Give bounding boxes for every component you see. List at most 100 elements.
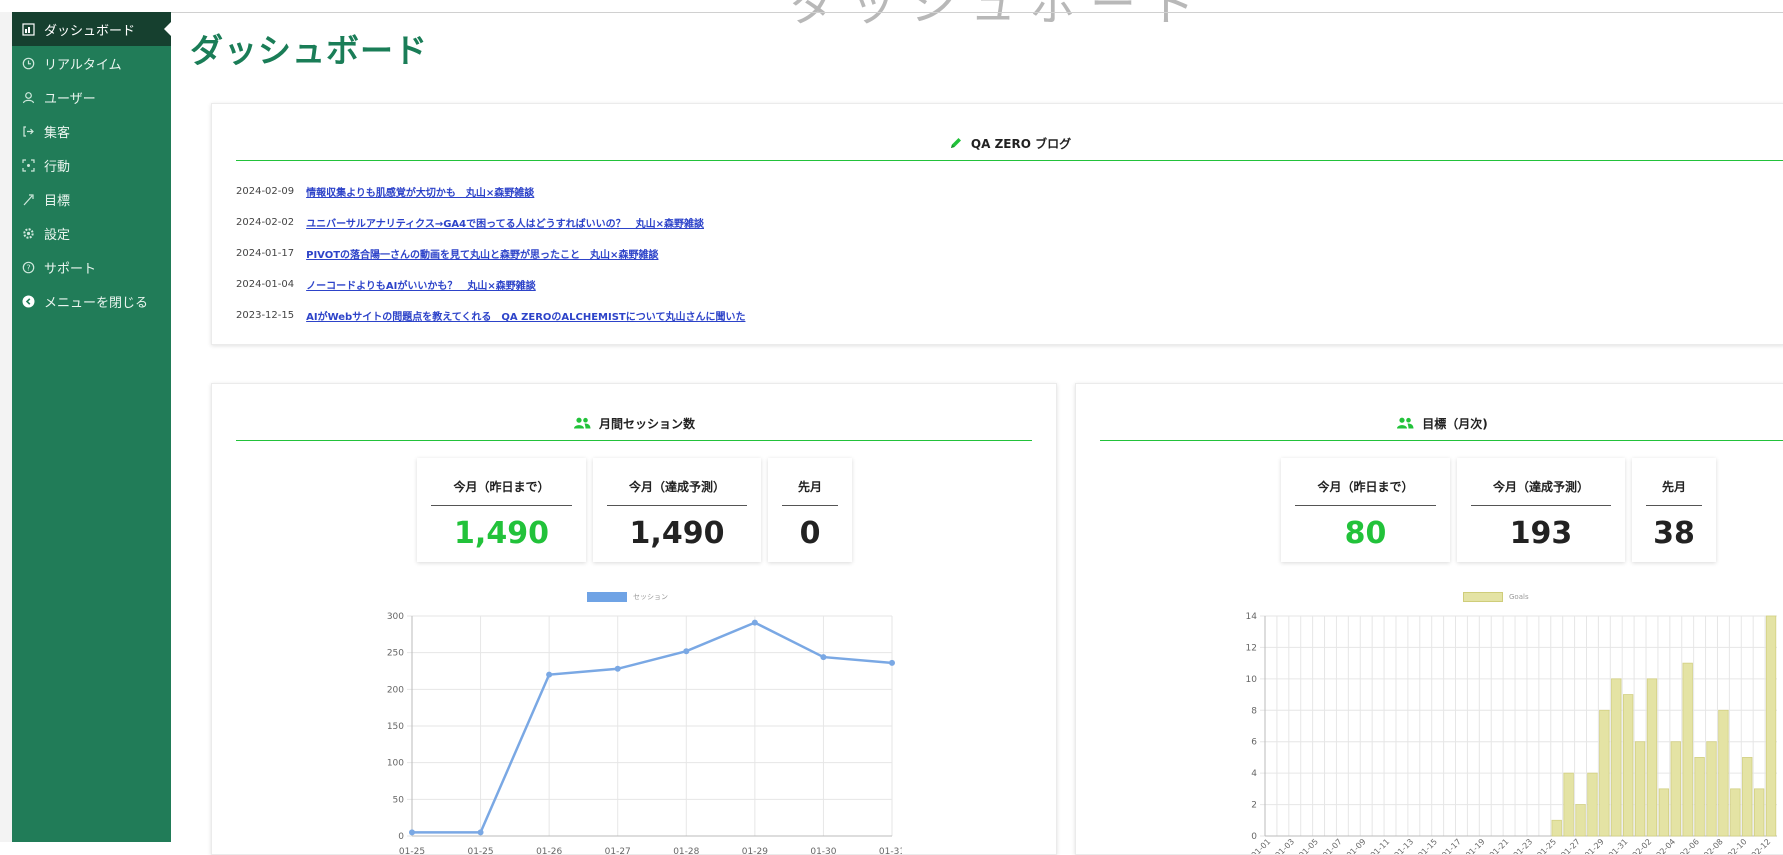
legend-label: Goals xyxy=(1509,593,1529,601)
users-icon xyxy=(1396,417,1414,429)
sidebar-item-label: リアルタイム xyxy=(44,57,122,73)
x-tick-label: 01-26 xyxy=(536,847,562,854)
x-tick-label: 01-13 xyxy=(1392,837,1415,854)
sidebar-item-close-menu[interactable]: メニューを閉じる xyxy=(12,284,171,318)
blog-post-item: 2024-01-04 ノーコードよりもAIがいいかも？ 丸山×森野雑談 xyxy=(236,269,745,300)
sessions-line-chart: 01-25 01-25 01-26 01-27 01-28 01-29 01-30 01-31… xyxy=(387,612,902,854)
x-tick-label: 01-03 xyxy=(1273,837,1296,854)
stat-value: 1,490 xyxy=(629,516,725,551)
data-point xyxy=(409,829,415,836)
x-tick-label: 01-31 xyxy=(879,847,902,854)
stat-label: 先月 xyxy=(782,458,838,506)
x-tick-label: 01-31 xyxy=(1607,837,1630,854)
x-tick-label: 01-29 xyxy=(742,847,768,854)
goal-bar xyxy=(1706,741,1717,837)
stat-label: 今月（昨日まで） xyxy=(1295,458,1436,506)
x-tick-label: 02-08 xyxy=(1702,837,1725,854)
blog-post-link[interactable]: PIVOTの落合陽一さんの動画を見て丸山と森野が思ったこと 丸山×森野雑談 xyxy=(306,246,658,261)
x-tick-label: 01-29 xyxy=(1583,837,1606,854)
sidebar-item-realtime[interactable]: リアルタイム xyxy=(12,46,171,80)
stat-box: 今月（昨日まで） 80 xyxy=(1281,458,1450,562)
data-point xyxy=(889,659,895,666)
goals-bar-chart: 0246810121401-01 01-03 01-05 01-07 01-09 01-1… xyxy=(1246,612,1777,854)
stat-label: 今月（達成予測） xyxy=(607,458,747,506)
blog-post-link[interactable]: AIがWebサイトの問題点を教えてくれる QA ZEROのALCHEMISTにつ… xyxy=(306,308,745,323)
blog-post-item: 2024-02-02 ユニバーサルアナリティクス→GA4で困ってる人はどうすれば… xyxy=(236,207,745,238)
window-top-border xyxy=(0,12,1783,13)
blog-post-date: 2024-02-02 xyxy=(236,217,295,228)
x-tick-label: 01-09 xyxy=(1345,837,1368,854)
stat-value: 80 xyxy=(1344,516,1387,551)
window-left-frame xyxy=(0,12,12,842)
stat-box: 先月 0 xyxy=(768,458,852,562)
data-point xyxy=(683,648,690,655)
sidebar-item-dashboard[interactable]: ダッシュボード xyxy=(12,12,172,46)
stat-value: 0 xyxy=(799,516,821,551)
blog-post-link[interactable]: 情報収集よりも肌感覚が大切かも 丸山×森野雑談 xyxy=(306,184,534,199)
x-tick-label: 01-05 xyxy=(1297,837,1320,854)
active-indicator xyxy=(164,21,172,37)
goal-bar xyxy=(1563,772,1574,837)
x-tick-label: 01-27 xyxy=(605,847,631,854)
stat-label: 今月（達成予測） xyxy=(1471,458,1611,506)
sidebar-item-label: サポート xyxy=(44,261,97,277)
sidebar-item-label: 行動 xyxy=(44,159,71,175)
stat-label: 今月（昨日まで） xyxy=(431,458,572,506)
blog-post-date: 2024-01-04 xyxy=(236,279,295,290)
dashboard-icon xyxy=(20,21,36,37)
x-tick-label: 01-25 xyxy=(399,847,425,854)
goal-bar xyxy=(1670,741,1681,837)
stat-box: 今月（達成予測） 193 xyxy=(1457,458,1625,562)
sidebar-item-label: 目標 xyxy=(44,193,71,209)
goal-bar xyxy=(1682,662,1693,837)
y-tick-label: 14 xyxy=(1246,612,1258,622)
goal-bar xyxy=(1730,788,1741,837)
legend-swatch xyxy=(1463,592,1503,602)
goal-bar xyxy=(1765,615,1777,837)
y-tick-label: 50 xyxy=(393,795,405,805)
page-title: ダッシュボード xyxy=(190,31,428,70)
y-tick-label: 2 xyxy=(1251,801,1257,811)
x-tick-label: 01-23 xyxy=(1512,837,1535,854)
blog-post-date: 2023-12-15 xyxy=(236,310,295,321)
sidebar-item-label: メニューを閉じる xyxy=(44,295,149,311)
goal-bar xyxy=(1599,709,1610,837)
goal-bar xyxy=(1575,804,1586,837)
goals-card-header: 目標（月次) xyxy=(1100,406,1783,441)
sessions-card-header: 月間セッション数 xyxy=(236,406,1032,441)
y-tick-label: 8 xyxy=(1251,706,1257,716)
blog-card: QA ZERO ブログ 2024-02-09 情報収集よりも肌感覚が大切かも 丸… xyxy=(211,103,1783,345)
users-icon xyxy=(573,417,591,429)
y-tick-label: 4 xyxy=(1251,769,1257,779)
sidebar-item-label: 設定 xyxy=(44,227,71,243)
sidebar-item-label: ダッシュボード xyxy=(44,23,136,39)
y-tick-label: 12 xyxy=(1246,643,1257,653)
goal-bar xyxy=(1694,757,1705,837)
goal-bar xyxy=(1646,678,1658,837)
behavior-icon xyxy=(20,157,36,173)
blog-post-item: 2024-02-09 情報収集よりも肌感覚が大切かも 丸山×森野雑談 xyxy=(236,176,745,207)
blog-post-link[interactable]: ノーコードよりもAIがいいかも？ 丸山×森野雑談 xyxy=(306,277,536,292)
sidebar-item-users[interactable]: ユーザー xyxy=(12,80,171,114)
svg-text:?: ? xyxy=(26,263,30,272)
sidebar-item-behavior[interactable]: 行動 xyxy=(12,148,171,182)
sidebar-item-support[interactable]: ? サポート xyxy=(12,250,171,284)
x-tick-label: 01-30 xyxy=(810,847,836,854)
goals-card-title: 目標（月次) xyxy=(1422,416,1488,431)
clock-icon xyxy=(20,55,36,71)
window-title: ダッシュボード xyxy=(790,0,1210,31)
y-tick-label: 300 xyxy=(387,612,404,622)
data-point xyxy=(546,671,553,678)
sessions-card: 月間セッション数 今月（昨日まで） 1,490 今月（達成予測） 1,490 先… xyxy=(211,383,1057,855)
blog-card-header: QA ZERO ブログ xyxy=(236,126,1783,161)
sidebar-item-acquisition[interactable]: 集客 xyxy=(12,114,171,148)
x-tick-label: 02-06 xyxy=(1678,837,1701,854)
x-tick-label: 01-21 xyxy=(1488,837,1511,854)
goal-bar xyxy=(1634,741,1646,837)
sidebar-item-settings[interactable]: 設定 xyxy=(12,216,171,250)
sessions-series-line xyxy=(412,621,893,834)
sidebar-item-label: ユーザー xyxy=(44,91,96,107)
stat-value: 193 xyxy=(1509,516,1573,551)
sidebar-item-goals[interactable]: 目標 xyxy=(12,182,171,216)
blog-post-link[interactable]: ユニバーサルアナリティクス→GA4で困ってる人はどうすればいいの？ 丸山×森野雑… xyxy=(306,215,704,230)
